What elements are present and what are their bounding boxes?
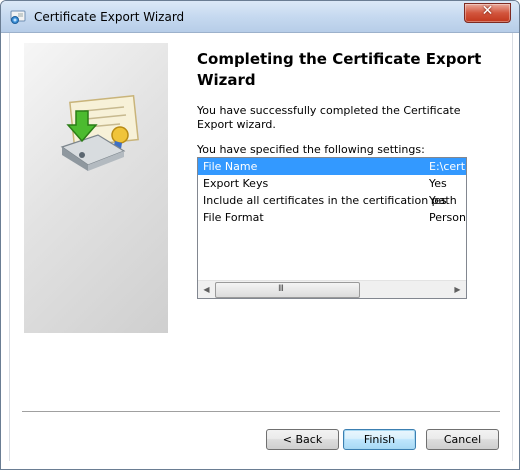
- horizontal-scrollbar[interactable]: ◀ III ▶: [198, 280, 466, 298]
- close-button[interactable]: ✕: [464, 3, 511, 23]
- cancel-button[interactable]: Cancel: [426, 429, 499, 450]
- close-icon: ✕: [481, 3, 494, 19]
- finish-button[interactable]: Finish: [343, 429, 416, 450]
- scroll-right-icon[interactable]: ▶: [449, 281, 466, 298]
- wizard-window: Certificate Export Wizard ✕ Completing t…: [0, 0, 520, 470]
- settings-list[interactable]: File Name E:\cert Export Keys Yes Includ…: [197, 157, 467, 299]
- list-item[interactable]: File Name E:\cert: [198, 158, 466, 175]
- scroll-left-icon[interactable]: ◀: [198, 281, 215, 298]
- setting-name: Include all certificates in the certific…: [203, 194, 457, 207]
- setting-value: Person: [429, 211, 466, 224]
- setting-value: Yes: [429, 177, 447, 190]
- wizard-banner: [24, 43, 168, 333]
- setting-value: E:\cert: [429, 160, 466, 173]
- setting-name: File Name: [203, 160, 258, 173]
- list-item[interactable]: Include all certificates in the certific…: [198, 192, 466, 209]
- list-item[interactable]: Export Keys Yes: [198, 175, 466, 192]
- setting-name: File Format: [203, 211, 264, 224]
- setting-value: Yes: [429, 194, 447, 207]
- completion-description: You have successfully completed the Cert…: [197, 104, 461, 131]
- page-title: Completing the Certificate Export Wizard: [197, 50, 482, 89]
- certificate-export-icon: [60, 95, 139, 171]
- certificate-app-icon: [10, 10, 26, 24]
- back-button[interactable]: < Back: [266, 429, 339, 450]
- settings-label: You have specified the following setting…: [197, 143, 425, 156]
- scrollbar-grip: III: [278, 284, 284, 294]
- window-title: Certificate Export Wizard: [34, 10, 185, 24]
- list-item[interactable]: File Format Person: [198, 209, 466, 226]
- wizard-content: Completing the Certificate Export Wizard…: [9, 33, 513, 461]
- title-bar[interactable]: Certificate Export Wizard ✕: [1, 1, 519, 33]
- scrollbar-thumb[interactable]: III: [215, 282, 360, 298]
- setting-name: Export Keys: [203, 177, 269, 190]
- button-separator: [22, 411, 500, 413]
